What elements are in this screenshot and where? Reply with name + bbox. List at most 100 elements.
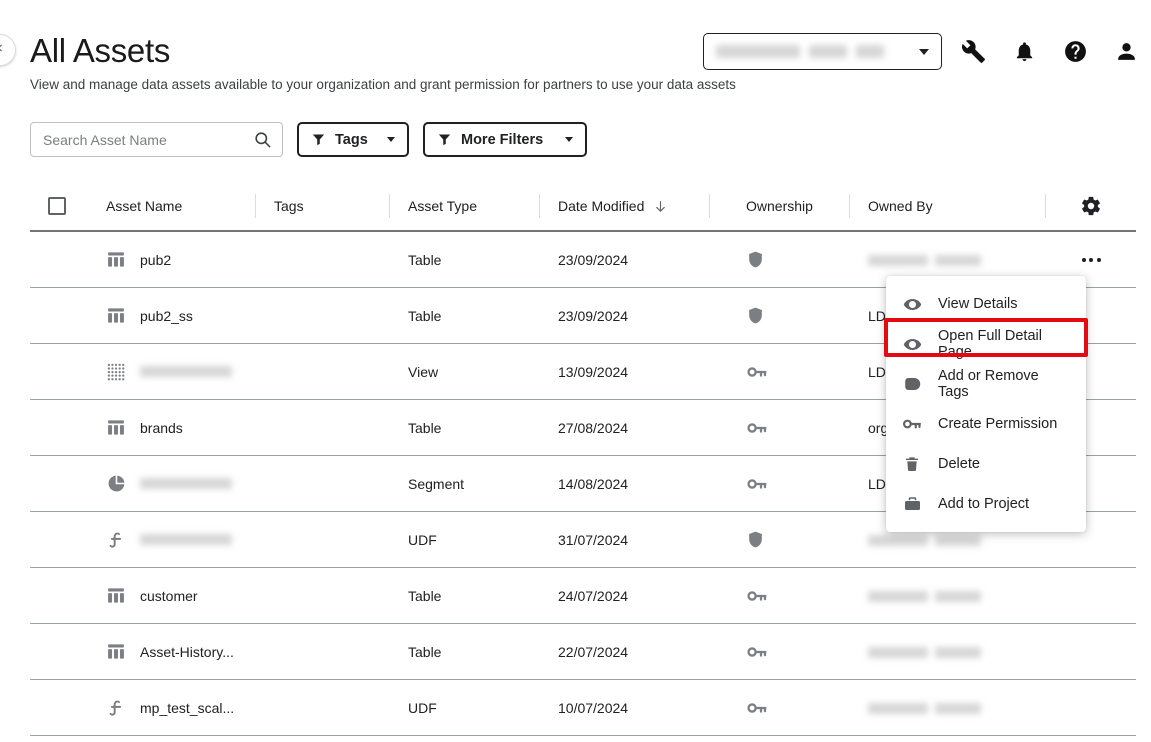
key-icon [902,416,922,432]
table-row[interactable]: customer Table 24/07/2024 [30,568,1136,624]
ownership-cell [710,588,850,604]
tags-filter-button[interactable]: Tags [297,122,409,157]
context-menu-item-label: View Details [938,296,1018,312]
row-context-menu: View Details Open Full Detail Page Add or … [886,276,1086,532]
chevron-down-icon [387,137,395,142]
asset-name-label: mp_test_scal... [140,699,235,716]
asset-type-cell: Table [408,643,442,660]
column-header-tags[interactable]: Tags [256,192,390,220]
asset-type-cell: UDF [408,699,437,716]
search-input[interactable] [43,131,253,148]
date-modified-cell: 24/07/2024 [558,587,629,604]
asset-name-cell[interactable]: pub2 [92,250,256,270]
ownership-cell [710,700,850,716]
more-filters-label: More Filters [461,131,544,148]
asset-name-label: Asset-History... [140,643,234,660]
gear-icon [1080,195,1102,217]
help-icon[interactable] [1060,36,1090,66]
ownership-cell [710,529,850,550]
asset-name-label: pub2_ss [140,307,193,324]
udf-icon [106,698,126,718]
key-icon [746,420,850,436]
organization-selector-value [716,45,913,58]
context-menu-item-create-permission[interactable]: Create Permission [886,404,1086,444]
shield-icon [746,529,850,550]
ownership-cell [710,305,850,326]
date-modified-cell: 22/07/2024 [558,643,629,660]
eye-icon [902,335,922,354]
organization-selector[interactable] [703,33,942,70]
briefcase-icon [902,495,922,513]
row-actions-menu-button[interactable] [1081,257,1101,262]
view-icon [106,362,126,382]
asset-type-cell: Segment [408,475,465,492]
context-menu-item-add-to-project[interactable]: Add to Project [886,484,1086,524]
asset-type-cell: Table [408,307,442,324]
context-menu-item-view-details[interactable]: View Details [886,284,1086,324]
user-icon[interactable] [1111,36,1141,66]
chevron-left-icon [0,41,7,60]
asset-name-cell[interactable] [92,362,256,382]
column-header-date-modified[interactable]: Date Modified [540,192,710,220]
context-menu-item-open-full-detail-page[interactable]: Open Full Detail Page [886,324,1086,364]
owned-by-cell [850,532,1046,548]
table-icon [106,642,126,662]
asset-type-cell: Table [408,251,442,268]
date-modified-cell: 31/07/2024 [558,531,629,548]
segment-icon [106,474,126,494]
tag-icon [902,375,922,393]
shield-icon [746,305,850,326]
column-header-owned-by[interactable]: Owned By [850,192,1046,220]
ownership-cell [710,476,850,492]
asset-type-cell: View [408,363,439,380]
all-assets-page: All Assets View and manage data assets a… [0,0,1151,742]
context-menu-item-delete[interactable]: Delete [886,444,1086,484]
funnel-icon [311,132,326,147]
page-subtitle: View and manage data assets available to… [30,77,736,92]
wrench-icon[interactable] [958,36,988,66]
column-header-asset-name[interactable]: Asset Name [92,192,256,220]
bell-icon[interactable] [1009,36,1039,66]
ownership-cell [710,644,850,660]
search-icon[interactable] [253,130,272,149]
key-icon [746,476,850,492]
chevron-down-icon [919,48,929,55]
search-asset-name-container[interactable] [30,122,283,157]
table-row[interactable]: Asset-History... Table 22/07/2024 [30,624,1136,680]
asset-name-cell[interactable]: mp_test_scal... [92,698,256,718]
asset-name-cell[interactable] [92,474,256,494]
ownership-cell [710,420,850,436]
asset-name-cell[interactable]: brands [92,418,256,438]
asset-name-cell[interactable] [92,530,256,550]
column-header-ownership[interactable]: Ownership [710,192,850,220]
table-settings-button[interactable] [1046,192,1136,220]
asset-name-redacted [140,534,232,545]
context-menu-item-add-or-remove-tags[interactable]: Add or Remove Tags [886,364,1086,404]
asset-name-label: customer [140,587,198,604]
table-icon [106,586,126,606]
table-row[interactable]: mp_test_scal... UDF 10/07/2024 [30,680,1136,736]
funnel-icon [437,132,452,147]
chevron-down-icon [565,137,573,142]
more-filters-button[interactable]: More Filters [423,122,587,157]
asset-name-label: pub2 [140,251,172,268]
sidebar-collapse-button[interactable] [0,34,16,66]
context-menu-item-label: Create Permission [938,416,1058,432]
asset-type-cell: Table [408,587,442,604]
ownership-cell [710,249,850,270]
tags-filter-label: Tags [335,131,368,148]
context-menu-item-label: Add to Project [938,496,1030,512]
date-modified-cell: 23/09/2024 [558,307,629,324]
select-all-checkbox[interactable] [48,197,66,215]
table-icon [106,250,126,270]
asset-name-cell[interactable]: customer [92,586,256,606]
key-icon [746,588,850,604]
asset-name-cell[interactable]: pub2_ss [92,306,256,326]
asset-name-cell[interactable]: Asset-History... [92,642,256,662]
owned-by-cell [850,252,1046,268]
row-actions-cell [1046,257,1136,262]
header-icon-bar [958,36,1141,66]
asset-name-redacted [140,366,232,377]
page-title: All Assets [30,32,171,69]
column-header-asset-type[interactable]: Asset Type [390,192,540,220]
